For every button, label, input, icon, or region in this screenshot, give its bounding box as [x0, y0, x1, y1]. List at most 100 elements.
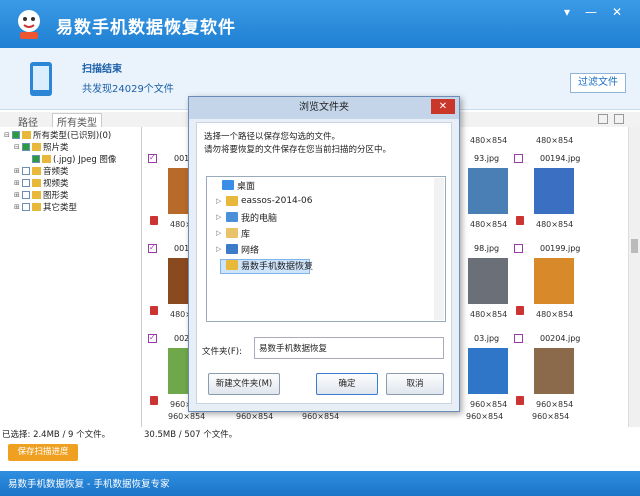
tree-checkbox[interactable]	[22, 203, 30, 211]
file-checkbox[interactable]	[148, 333, 157, 343]
tree-checkbox[interactable]	[22, 143, 30, 151]
status-bar: 已选择: 2.4MB / 9 个文件。 30.5MB / 507 个文件。	[0, 427, 640, 440]
file-name: 98.jpg	[474, 244, 500, 253]
image-dimensions: 960×854	[532, 412, 570, 421]
minimize-button[interactable]: —	[580, 4, 602, 20]
tree-item-label: 所有类型(已识别)(0)	[33, 131, 112, 141]
tree-item[interactable]: ⊟ 所有类型(已识别)(0)	[4, 129, 111, 141]
folder-item[interactable]: 桌面	[212, 178, 255, 192]
tree-item[interactable]: ⊞ 音频类	[14, 165, 69, 177]
file-checkbox[interactable]	[514, 244, 523, 253]
tree-checkbox[interactable]	[22, 167, 30, 175]
expand-arrow-icon[interactable]: ▷	[216, 245, 226, 253]
grid-view-icon[interactable]	[598, 114, 608, 124]
tree-checkbox[interactable]	[32, 155, 40, 163]
phone-icon	[30, 62, 52, 96]
image-thumbnail	[468, 168, 508, 214]
tree-item[interactable]: (.jpg) Jpeg 图像	[24, 153, 116, 165]
folder-item[interactable]: ▷ 库	[216, 226, 250, 240]
folder-item-label: 桌面	[237, 181, 256, 192]
tree-checkbox[interactable]	[12, 131, 20, 139]
tree-item[interactable]: ⊞ 视频类	[14, 177, 69, 189]
file-name: 00204.jpg	[540, 334, 581, 343]
jpg-type-icon	[516, 216, 524, 225]
tree-item-label: 其它类型	[43, 203, 78, 213]
tree-item-label: (.jpg) Jpeg 图像	[53, 155, 117, 165]
cancel-button[interactable]: 取消	[386, 373, 444, 395]
tree-item-label: 图形类	[43, 191, 69, 201]
vertical-scrollbar[interactable]	[628, 127, 640, 427]
image-dimensions: 480×854	[470, 310, 508, 319]
thumbnail-cell[interactable]: 00199.jpg 480×854	[512, 240, 580, 330]
folder-item[interactable]: ▷ 我的电脑	[216, 210, 277, 224]
file-name: 001	[174, 244, 190, 253]
jpg-type-icon	[150, 216, 158, 225]
folder-item-label: 易数手机数据恢复	[241, 261, 314, 272]
expand-toggle-icon[interactable]: ⊟	[4, 131, 12, 139]
close-button[interactable]: ✕	[606, 4, 628, 20]
folder-item[interactable]: ▷ eassos-2014-06	[216, 194, 312, 208]
folder-input[interactable]: 易数手机数据恢复	[254, 337, 444, 359]
file-checkbox[interactable]	[514, 334, 523, 343]
folder-item-label: eassos-2014-06	[241, 196, 313, 206]
image-thumbnail	[534, 258, 574, 304]
expand-toggle-icon[interactable]: ⊟	[14, 143, 22, 151]
image-thumbnail	[534, 168, 574, 214]
dialog-message-2: 请勿将要恢复的文件保存在您当前扫描的分区中。	[204, 145, 392, 155]
jpg-type-icon	[150, 306, 158, 315]
folder-field-label: 文件夹(F):	[202, 347, 242, 357]
jpg-type-icon	[516, 306, 524, 315]
footer-text: 易数手机数据恢复 - 手机数据恢复专家	[8, 479, 170, 490]
folder-icon	[32, 143, 41, 151]
tree-item[interactable]: ⊞ 其它类型	[14, 201, 77, 213]
folder-icon	[226, 260, 238, 270]
folder-icon	[226, 196, 238, 206]
file-checkbox[interactable]	[148, 243, 157, 253]
image-dimensions: 960×854	[302, 412, 340, 421]
tree-checkbox[interactable]	[22, 179, 30, 187]
folder-icon	[32, 191, 41, 199]
scan-status-title: 扫描结束	[82, 64, 122, 75]
folder-item[interactable]: ▷ 网络	[216, 242, 259, 256]
expand-toggle-icon[interactable]: ⊞	[14, 191, 22, 199]
list-view-icon[interactable]	[614, 114, 624, 124]
folder-icon	[222, 180, 234, 190]
dialog-close-button[interactable]: ✕	[431, 99, 455, 114]
selected-size-text: 已选择: 2.4MB / 9 个文件。	[2, 430, 111, 440]
file-checkbox[interactable]	[514, 154, 523, 163]
image-dimensions: 960×854	[536, 400, 574, 409]
image-dimensions: 960×854	[466, 412, 504, 421]
expand-arrow-icon[interactable]: ▷	[216, 213, 226, 221]
expand-toggle-icon[interactable]: ⊞	[14, 203, 22, 211]
tree-item[interactable]: ⊞ 图形类	[14, 189, 69, 201]
folder-tree-scrollbar[interactable]	[434, 178, 444, 320]
expand-arrow-icon[interactable]: ▷	[216, 197, 226, 205]
thumbnail-cell[interactable]: 00194.jpg 480×854	[512, 150, 581, 240]
dialog-message-1: 选择一个路径以保存您勾选的文件。	[204, 132, 341, 142]
ok-button[interactable]: 确定	[316, 373, 378, 395]
image-thumbnail	[468, 258, 508, 304]
tree-item[interactable]: ⊟ 照片类	[14, 141, 69, 153]
folder-icon	[226, 228, 238, 238]
file-checkbox[interactable]	[148, 153, 157, 163]
expand-toggle-icon[interactable]: ⊞	[14, 167, 22, 175]
expand-toggle-icon[interactable]: ⊞	[14, 179, 22, 187]
folder-item[interactable]: 易数手机数据恢复	[216, 258, 313, 272]
tree-checkbox[interactable]	[22, 191, 30, 199]
jpg-type-icon	[150, 396, 158, 405]
image-thumbnail	[468, 348, 508, 394]
new-folder-button[interactable]: 新建文件夹(M)	[208, 373, 280, 395]
tree-item-label: 照片类	[43, 143, 69, 153]
image-dimensions: 960×854	[470, 400, 508, 409]
file-name: 03.jpg	[474, 334, 500, 343]
filter-files-button[interactable]: 过滤文件	[570, 73, 626, 93]
thumbnail-cell[interactable]: 00204.jpg 960×854	[512, 330, 581, 420]
folder-icon	[32, 179, 41, 187]
tree-item-label: 音频类	[43, 167, 69, 177]
file-name: 00194.jpg	[540, 154, 581, 163]
expand-arrow-icon[interactable]: ▷	[216, 229, 226, 237]
save-scan-progress-button[interactable]: 保存扫描进度	[8, 444, 78, 461]
menu-button[interactable]: ▾	[556, 4, 578, 20]
image-thumbnail	[534, 348, 574, 394]
image-dimensions: 480×854	[470, 220, 508, 229]
